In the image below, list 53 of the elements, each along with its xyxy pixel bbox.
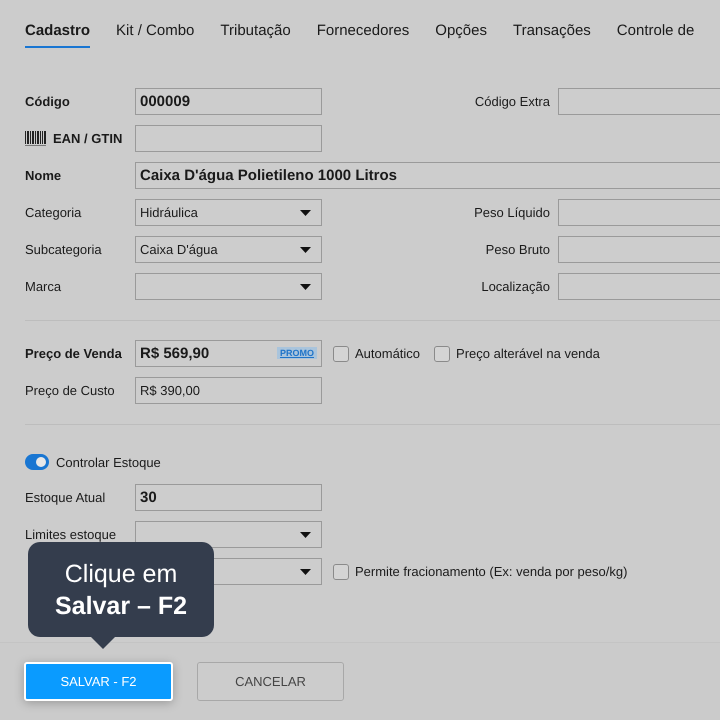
field-label: Peso Bruto — [484, 242, 551, 257]
input-field[interactable]: R$ 390,00 — [135, 377, 322, 404]
checkbox-box[interactable] — [434, 346, 450, 362]
tab[interactable]: Transações — [512, 22, 591, 48]
input-field[interactable]: Caixa D'água Polietileno 1000 Litros — [135, 162, 720, 189]
input-field[interactable] — [558, 88, 720, 115]
field-label: Subcategoria — [25, 242, 103, 257]
caret-icon — [300, 284, 311, 290]
field-label: Marca — [25, 279, 62, 294]
field-label: EAN / GTIN — [53, 131, 122, 146]
tab[interactable]: Fornecedores — [316, 22, 410, 48]
checkbox-box[interactable] — [333, 564, 349, 580]
select-field[interactable]: Hidráulica — [135, 199, 322, 226]
checkbox-label: Preço alterável na venda — [456, 346, 600, 361]
tooltip-text: Salvar – F2 — [54, 590, 188, 622]
field-label: Código Extra — [474, 94, 551, 109]
field-label: Preço de Custo — [25, 383, 116, 398]
input-field[interactable] — [558, 273, 720, 300]
toggle-label: Controlar Estoque — [56, 454, 161, 470]
checkbox[interactable]: Automático — [333, 346, 420, 362]
field-label: Limites estoque — [25, 527, 118, 542]
toggle-switch[interactable] — [25, 454, 49, 470]
input-field[interactable] — [558, 199, 720, 226]
input-field[interactable]: 000009 — [135, 88, 322, 115]
caret-icon — [300, 210, 311, 216]
select-field[interactable] — [135, 521, 322, 548]
field-label: Código — [25, 94, 71, 109]
field-label: Estoque Atual — [25, 490, 106, 505]
tab[interactable]: Opções — [435, 22, 487, 48]
input-field[interactable]: 30 — [135, 484, 322, 511]
tooltip-text: Clique em — [64, 558, 178, 590]
select-field[interactable]: Caixa D'água — [135, 236, 322, 263]
barcode-icon — [25, 130, 47, 146]
caret-icon — [300, 532, 311, 538]
field-label: Localização — [480, 279, 551, 294]
field-label: Categoria — [25, 205, 82, 220]
checkbox-label: Automático — [355, 346, 420, 361]
caret-icon — [300, 247, 311, 253]
field-label: Preço de Venda — [25, 346, 123, 361]
tab[interactable]: Controle de — [616, 22, 694, 48]
input-field[interactable] — [558, 236, 720, 263]
field-label: Peso Líquido — [474, 205, 551, 220]
tab[interactable]: Kit / Combo — [116, 22, 194, 48]
cancel-button[interactable]: CANCELAR — [197, 662, 344, 701]
field-label: Nome — [25, 168, 62, 183]
input-field[interactable]: R$ 569,90 PROMO — [135, 340, 322, 367]
checkbox-box[interactable] — [333, 346, 349, 362]
select-field[interactable] — [135, 273, 322, 300]
checkbox[interactable]: Preço alterável na venda — [434, 346, 600, 362]
caret-icon — [300, 569, 311, 575]
input-field[interactable] — [135, 125, 322, 152]
tab[interactable]: Cadastro — [25, 22, 90, 48]
tab[interactable]: Tributação — [220, 22, 291, 48]
